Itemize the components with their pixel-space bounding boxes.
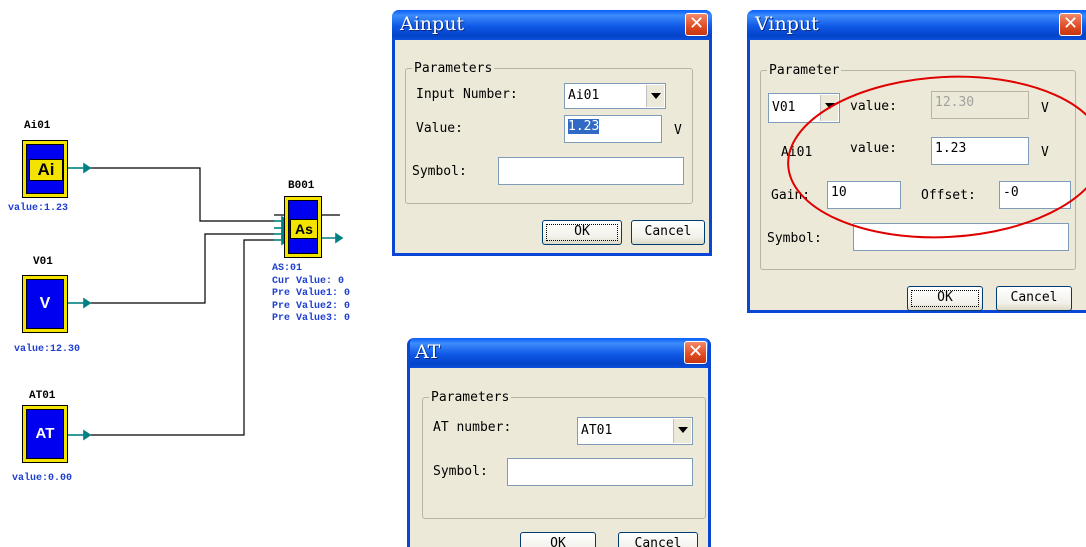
v-block-title: V01 bbox=[33, 256, 53, 268]
ok-button[interactable]: OK bbox=[520, 532, 596, 547]
v-block-value: value:12.30 bbox=[14, 344, 81, 355]
input-number-label: Input Number: bbox=[416, 87, 518, 102]
ai-block-face: Ai bbox=[26, 144, 64, 194]
at-function-block[interactable]: AT bbox=[22, 405, 68, 463]
symbol-label: Symbol: bbox=[412, 164, 467, 179]
close-icon[interactable]: ✕ bbox=[684, 341, 707, 364]
value-selected-text: 1.23 bbox=[568, 119, 600, 134]
ainput-title-bar[interactable]: Ainput ✕ bbox=[392, 10, 712, 40]
vinput-dialog: Vinput ✕ Parameter V01 value: 12.30 V Ai… bbox=[747, 10, 1086, 313]
value-label: Value: bbox=[416, 121, 463, 136]
at-block-face: AT bbox=[26, 409, 64, 459]
at-block-title: AT01 bbox=[29, 390, 56, 402]
as-block-label: As bbox=[290, 219, 318, 239]
at-number-value: AT01 bbox=[581, 423, 613, 438]
as-info-line: AS:01 bbox=[272, 263, 303, 274]
as-info-line: Pre Value1: 0 bbox=[272, 288, 351, 299]
v-block-face: V bbox=[26, 279, 64, 329]
ainput-title: Ainput bbox=[400, 13, 465, 35]
as-info-line: Pre Value3: 0 bbox=[272, 313, 351, 324]
cancel-button[interactable]: Cancel bbox=[618, 532, 698, 547]
ok-button-label: OK bbox=[574, 224, 590, 239]
symbol-label: Symbol: bbox=[433, 464, 488, 479]
v-function-block[interactable]: V bbox=[22, 275, 68, 333]
at-title: AT bbox=[415, 341, 441, 363]
as-info-line: Pre Value2: 0 bbox=[272, 300, 351, 312]
at-dialog: AT ✕ Parameters AT number: AT01 Symbol: … bbox=[407, 338, 711, 547]
ai-block-value: value:1.23 bbox=[8, 203, 69, 214]
cancel-button[interactable]: Cancel bbox=[631, 220, 705, 245]
as-block-title: B001 bbox=[288, 180, 315, 192]
at-number-select[interactable]: AT01 bbox=[577, 417, 693, 445]
value-field[interactable]: 1.23 bbox=[564, 115, 662, 143]
chevron-down-icon[interactable] bbox=[673, 419, 691, 443]
close-icon[interactable]: ✕ bbox=[685, 13, 708, 36]
function-block-diagram: Ai01 Ai value:1.23 V01 V value:12.30 AT0… bbox=[0, 0, 390, 547]
symbol-field[interactable] bbox=[507, 458, 693, 486]
ainput-dialog: Ainput ✕ Parameters Input Number: Ai01 V… bbox=[392, 10, 712, 256]
ainput-group-legend: Parameters bbox=[412, 61, 495, 76]
highlight-ellipse bbox=[787, 75, 1086, 239]
at-body: Parameters AT number: AT01 Symbol: OK Ca… bbox=[410, 368, 708, 547]
cancel-button-label: Cancel bbox=[634, 536, 682, 547]
ai-function-block[interactable]: Ai bbox=[22, 140, 68, 198]
ai-block-label: Ai bbox=[29, 159, 63, 181]
ai-block-title: Ai01 bbox=[24, 120, 51, 132]
ok-button-label: OK bbox=[550, 536, 566, 547]
as-info-line: Cur Value: 0 bbox=[272, 275, 345, 287]
ainput-parameters-group: Parameters Input Number: Ai01 Value: 1.2… bbox=[405, 61, 693, 204]
value-unit: V bbox=[674, 123, 682, 138]
at-block-value: value:0.00 bbox=[12, 473, 73, 484]
input-number-select[interactable]: Ai01 bbox=[564, 83, 666, 109]
ainput-body: Parameters Input Number: Ai01 Value: 1.2… bbox=[395, 40, 709, 253]
at-block-label: AT bbox=[35, 425, 55, 442]
cancel-button-label: Cancel bbox=[644, 224, 692, 239]
input-number-value: Ai01 bbox=[568, 88, 600, 103]
as-block-face: As bbox=[288, 200, 318, 254]
at-parameters-group: Parameters AT number: AT01 Symbol: bbox=[422, 390, 706, 519]
at-group-legend: Parameters bbox=[429, 390, 512, 405]
ok-button[interactable]: OK bbox=[542, 220, 622, 245]
at-number-label: AT number: bbox=[433, 420, 512, 435]
v-block-label: V bbox=[39, 295, 51, 312]
symbol-field[interactable] bbox=[498, 157, 684, 185]
as-block-info: AS:01 Cur Value: 0 Pre Value1: 0 Pre Value2… bbox=[272, 263, 350, 326]
chevron-down-icon[interactable] bbox=[646, 85, 664, 107]
as-function-block[interactable]: As bbox=[284, 196, 322, 258]
at-title-bar[interactable]: AT ✕ bbox=[410, 338, 708, 368]
